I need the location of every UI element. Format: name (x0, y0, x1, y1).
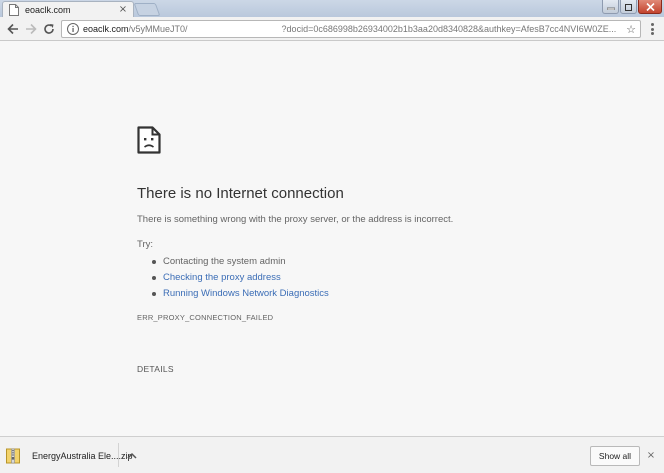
url-query: ?docid=0c686998b26934002b1b3aa20d8340828… (281, 24, 617, 34)
tab-close-icon[interactable]: × (117, 4, 129, 16)
browser-tab[interactable]: eoaclk.com × (2, 1, 134, 17)
document-icon (9, 3, 19, 16)
zip-file-icon (6, 448, 20, 464)
download-options-button[interactable] (126, 450, 138, 460)
error-page: There is no Internet connection There is… (0, 42, 664, 436)
star-icon[interactable]: ☆ (624, 22, 638, 36)
suggestion-list: Contacting the system admin Checking the… (152, 254, 329, 302)
kebab-menu-icon[interactable] (646, 22, 658, 36)
back-arrow-icon (7, 23, 18, 35)
tab-title: eoaclk.com (25, 4, 71, 15)
try-label: Try: (137, 239, 154, 250)
error-code: ERR_PROXY_CONNECTION_FAILED (137, 313, 274, 322)
chevron-up-icon (127, 452, 137, 459)
info-icon[interactable] (66, 22, 80, 36)
window-close-button[interactable] (638, 0, 662, 14)
suggestion-network-diagnostics-link[interactable]: Running Windows Network Diagnostics (152, 286, 329, 302)
browser-toolbar: eoaclk.com /v5yMMueJT0/ ?docid=0c686998b… (0, 17, 664, 41)
error-title: There is no Internet connection (137, 185, 344, 202)
sad-page-icon (137, 126, 161, 154)
reload-button[interactable] (41, 21, 57, 37)
shelf-close-icon[interactable]: × (646, 451, 656, 461)
forward-arrow-icon (26, 23, 37, 35)
back-button[interactable] (5, 21, 21, 37)
minimize-button[interactable] (602, 0, 619, 14)
download-separator (118, 443, 119, 467)
url-host: eoaclk.com (83, 24, 129, 34)
show-all-button[interactable]: Show all (590, 446, 640, 466)
suggestion-check-proxy-link[interactable]: Checking the proxy address (152, 270, 329, 286)
suggestion-contact-admin: Contacting the system admin (152, 254, 329, 270)
url-path: /v5yMMueJT0/ (128, 24, 188, 34)
minimize-icon (606, 7, 615, 10)
download-shelf: EnergyAustralia Ele....zip Show all × (0, 436, 664, 473)
window-controls (602, 0, 662, 14)
error-description: There is something wrong with the proxy … (137, 214, 454, 225)
new-tab-button[interactable] (133, 3, 161, 16)
title-bar: eoaclk.com × (0, 0, 664, 17)
maximize-button[interactable] (620, 0, 637, 14)
reload-icon (44, 24, 54, 34)
download-item[interactable]: EnergyAustralia Ele....zip (6, 446, 133, 466)
address-bar[interactable]: eoaclk.com /v5yMMueJT0/ ?docid=0c686998b… (61, 20, 641, 38)
restore-icon (624, 3, 632, 11)
details-button[interactable]: DETAILS (137, 364, 174, 374)
close-icon (645, 2, 655, 11)
forward-button[interactable] (23, 21, 39, 37)
